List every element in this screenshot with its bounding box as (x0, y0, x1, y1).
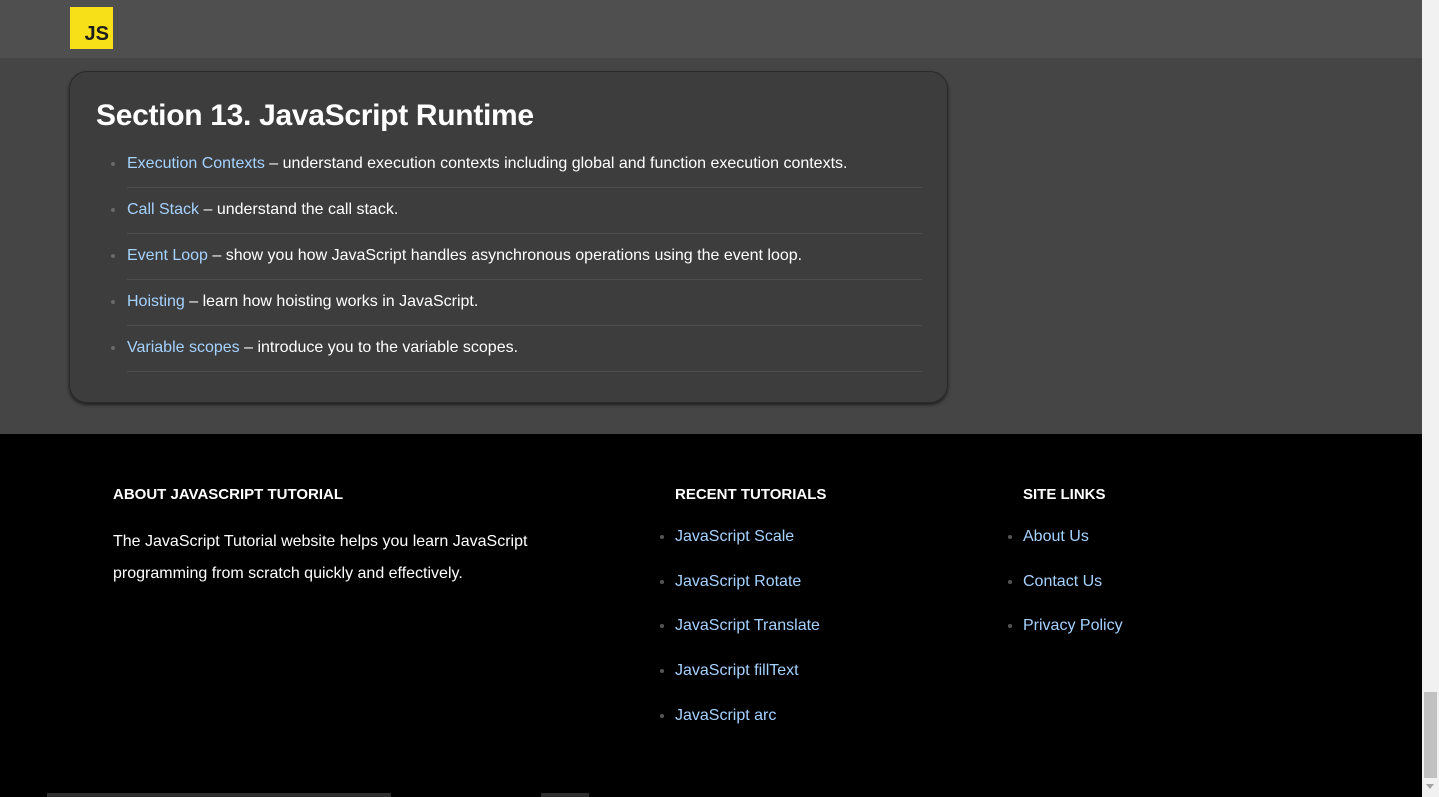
site-links-list: About Us Contact Us Privacy Policy (1008, 528, 1123, 662)
bullet-icon (660, 624, 664, 629)
bullet-icon (111, 254, 115, 258)
link-event-loop[interactable]: Event Loop (127, 247, 208, 264)
footer-about-column: ABOUT JAVASCRIPT TUTORIAL The JavaScript… (113, 486, 553, 590)
list-item: Hoisting – learn how hoisting works in J… (111, 280, 922, 326)
link-javascript-translate[interactable]: JavaScript Translate (675, 617, 820, 634)
bullet-icon (660, 535, 664, 539)
link-javascript-rotate[interactable]: JavaScript Rotate (675, 573, 801, 590)
list-item: Contact Us (1008, 573, 1123, 618)
list-item: About Us (1008, 528, 1123, 573)
bullet-icon (660, 713, 664, 718)
vertical-scrollbar[interactable] (1422, 0, 1439, 797)
scrollbar-thumb[interactable] (1424, 692, 1437, 778)
link-contact-us[interactable]: Contact Us (1023, 573, 1102, 590)
section-topic-list: Execution Contexts – understand executio… (111, 142, 922, 372)
list-item: Variable scopes – introduce you to the v… (111, 326, 922, 372)
bullet-icon (111, 208, 115, 212)
list-item: Privacy Policy (1008, 617, 1123, 662)
page: JS Section 13. JavaScript Runtime Execut… (0, 0, 1422, 797)
section-card: Section 13. JavaScript Runtime Execution… (69, 71, 948, 403)
recent-tutorials-list: JavaScript Scale JavaScript Rotate JavaS… (660, 528, 826, 752)
list-item: Execution Contexts – understand executio… (111, 142, 922, 188)
bullet-icon (111, 300, 115, 304)
footer-site-links-heading: SITE LINKS (1023, 486, 1106, 503)
bottom-edge-strip (47, 793, 391, 797)
site-footer: ABOUT JAVASCRIPT TUTORIAL The JavaScript… (0, 434, 1422, 797)
scroll-down-arrow-icon[interactable] (1426, 784, 1434, 789)
list-item: Event Loop – show you how JavaScript han… (111, 234, 922, 280)
bullet-icon (660, 669, 664, 674)
bullet-icon (1008, 535, 1012, 539)
top-bar: JS (0, 0, 1422, 58)
list-item: Call Stack – understand the call stack. (111, 188, 922, 234)
footer-recent-column: RECENT TUTORIALS JavaScript Scale JavaSc… (660, 486, 827, 752)
footer-site-links-column: SITE LINKS About Us Contact Us Privacy P… (1008, 486, 1123, 662)
link-javascript-scale[interactable]: JavaScript Scale (675, 528, 794, 545)
section-title: Section 13. JavaScript Runtime (96, 99, 534, 132)
link-javascript-arc[interactable]: JavaScript arc (675, 707, 776, 724)
item-description: – learn how hoisting works in JavaScript… (184, 293, 479, 310)
link-about-us[interactable]: About Us (1023, 528, 1089, 545)
bullet-icon (1008, 624, 1012, 629)
list-item: JavaScript Translate (660, 617, 826, 662)
list-item: JavaScript fillText (660, 662, 826, 707)
list-item: JavaScript Rotate (660, 573, 826, 618)
bottom-edge-strip (541, 793, 589, 797)
link-call-stack[interactable]: Call Stack (127, 201, 199, 218)
list-item: JavaScript Scale (660, 528, 826, 573)
bullet-icon (1008, 579, 1012, 584)
bullet-icon (660, 579, 664, 584)
link-privacy-policy[interactable]: Privacy Policy (1023, 617, 1123, 634)
footer-about-heading: ABOUT JAVASCRIPT TUTORIAL (113, 486, 344, 503)
list-item: JavaScript arc (660, 707, 826, 752)
bullet-icon (111, 346, 115, 350)
item-description: – show you how JavaScript handles asynch… (207, 247, 803, 264)
link-hoisting[interactable]: Hoisting (127, 293, 185, 310)
link-variable-scopes[interactable]: Variable scopes (127, 339, 240, 356)
footer-recent-heading: RECENT TUTORIALS (675, 486, 827, 503)
item-description: – understand the call stack. (199, 201, 399, 218)
item-description: – introduce you to the variable scopes. (239, 339, 519, 356)
bullet-icon (111, 162, 115, 166)
link-javascript-filltext[interactable]: JavaScript fillText (675, 662, 799, 679)
js-logo[interactable]: JS (70, 7, 113, 49)
link-execution-contexts[interactable]: Execution Contexts (127, 155, 265, 172)
item-description: – understand execution contexts includin… (264, 155, 848, 172)
footer-about-text: The JavaScript Tutorial website helps yo… (113, 533, 528, 582)
